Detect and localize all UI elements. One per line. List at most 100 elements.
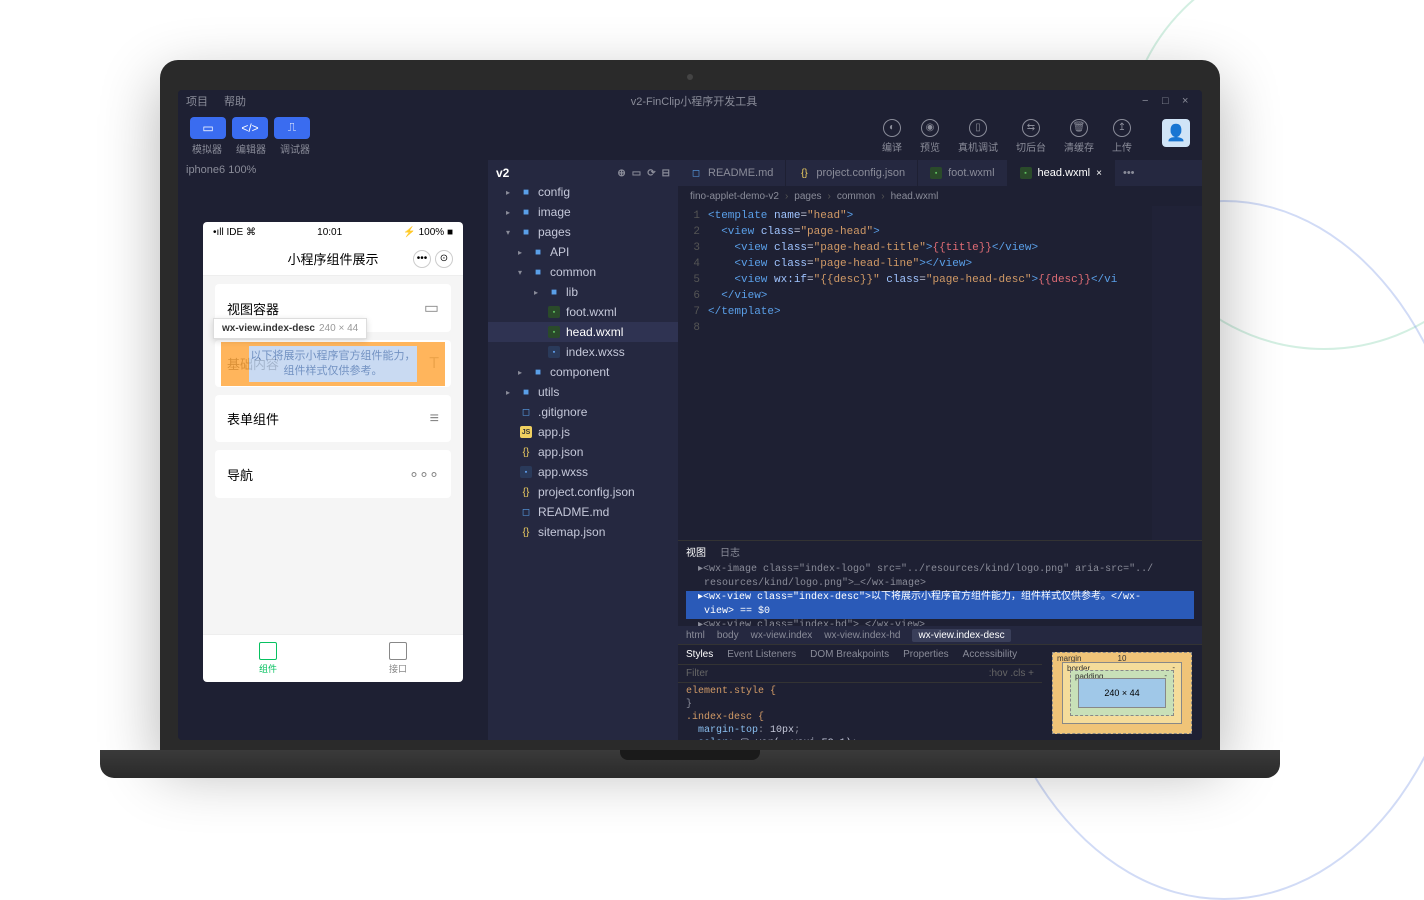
simulator-device-info: iphone6 100% [178,160,488,182]
phone-status-bar: •ıll IDE ⌘ 10:01 ⚡ 100% ■ [203,222,463,242]
editor-tab[interactable]: ▪head.wxml× [1008,160,1115,186]
tree-file[interactable]: ◻README.md [488,502,678,522]
tree-file[interactable]: ▪head.wxml [488,322,678,342]
dom-crumb[interactable]: wx-view.index-hd [824,630,900,641]
tree-folder[interactable]: ▸■component [488,362,678,382]
debugger-toggle[interactable]: ⎍ [274,117,310,139]
tab-api[interactable]: 接口 [333,635,463,682]
box-model: margin10 border- padding- 240 × 44 [1042,645,1202,740]
dt-tab-console[interactable]: 日志 [720,544,740,559]
dom-crumb[interactable]: body [717,630,739,641]
phone-nav-bar: 小程序组件展示 ••• ⊙ [203,242,463,276]
camera-dot [687,74,693,80]
editor-tab[interactable]: ▪foot.wxml [918,160,1007,186]
upload-icon: ↥ [1113,119,1131,137]
phone-frame: •ıll IDE ⌘ 10:01 ⚡ 100% ■ 小程序组件展示 ••• ⊙ [203,222,463,682]
tree-file[interactable]: ◻.gitignore [488,402,678,422]
dom-crumb[interactable]: html [686,630,705,641]
styles-tab[interactable]: Accessibility [963,649,1017,660]
minimap[interactable] [1152,206,1202,540]
inspect-highlight: 以下将展示小程序官方组件能力，组件样式仅供参考。 [221,342,445,386]
maximize-icon[interactable]: □ [1162,95,1174,107]
clear-cache-button[interactable]: 🗑清缓存 [1064,119,1094,154]
capsule-menu-icon[interactable]: ••• [413,250,431,268]
code-editor[interactable]: 12345678 <template name="head"> <view cl… [678,206,1202,540]
collapse-icon[interactable]: ⊟ [662,168,670,179]
editor-tab[interactable]: {}project.config.json [786,160,918,186]
titlebar: 项目 帮助 v2-FinClip小程序开发工具 − □ × [178,90,1202,112]
css-rules[interactable]: element.style {}.index-desc {</span> mar… [678,683,1042,740]
dom-breadcrumbs[interactable]: html body wx-view.index wx-view.index-hd wx-… [678,626,1202,644]
breadcrumbs: fino-applet-demo-v2›pages›common›head.wx… [678,186,1202,206]
tab-component[interactable]: 组件 [203,635,333,682]
tb-label: 调试器 [280,141,310,156]
simulator-panel: iphone6 100% •ıll IDE ⌘ 10:01 ⚡ 100% ■ 小… [178,160,488,740]
editor-tabs: ◻README.md{}project.config.json▪foot.wxm… [678,160,1202,186]
menu-project[interactable]: 项目 [186,93,208,109]
styles-tab[interactable]: Styles [686,649,713,660]
tree-file[interactable]: ▪foot.wxml [488,302,678,322]
list-item[interactable]: 表单组件≡ [215,395,451,442]
list-item[interactable]: 导航∘∘∘ [215,450,451,498]
styles-toggles[interactable]: :hov .cls + [989,668,1034,679]
more-tabs-icon[interactable]: ••• [1115,167,1143,179]
tb-label: 编辑器 [236,141,266,156]
tree-file[interactable]: ▪app.wxss [488,462,678,482]
laptop-frame: 项目 帮助 v2-FinClip小程序开发工具 − □ × ▭ </> ⎍ [150,60,1230,778]
compile-icon: ◐ [883,119,901,137]
dom-crumb[interactable]: wx-view.index [751,630,813,641]
tree-folder[interactable]: ▸■utils [488,382,678,402]
editor-toggle[interactable]: </> [232,117,268,139]
breadcrumb-item[interactable]: common [837,191,875,202]
tree-root[interactable]: v2 [496,166,509,180]
container-icon: ▭ [424,298,439,318]
close-icon[interactable]: × [1182,95,1194,107]
editor-panel: ◻README.md{}project.config.json▪foot.wxm… [678,160,1202,740]
new-file-icon[interactable]: ⊕ [617,168,625,179]
dom-tree[interactable]: ▸<wx-image class="index-logo" src="../re… [678,561,1202,626]
preview-button[interactable]: ◉预览 [920,119,940,154]
menu-help[interactable]: 帮助 [224,93,246,109]
tree-file[interactable]: {}project.config.json [488,482,678,502]
tree-file[interactable]: JSapp.js [488,422,678,442]
breadcrumb-item[interactable]: pages [794,191,821,202]
new-folder-icon[interactable]: ▭ [632,168,641,179]
phone-nav-title: 小程序组件展示 [287,249,378,268]
close-tab-icon[interactable]: × [1096,168,1102,179]
editor-tab[interactable]: ◻README.md [678,160,786,186]
simulator-toggle[interactable]: ▭ [190,117,226,139]
tb-label: 模拟器 [192,141,222,156]
dt-tab-elements[interactable]: 视图 [686,544,706,559]
tree-folder[interactable]: ▾■pages [488,222,678,242]
tree-file[interactable]: ▪index.wxss [488,342,678,362]
tree-folder[interactable]: ▸■image [488,202,678,222]
upload-button[interactable]: ↥上传 [1112,119,1132,154]
styles-filter[interactable]: Filter [686,668,708,679]
refresh-icon[interactable]: ⟳ [647,168,655,179]
styles-tab[interactable]: DOM Breakpoints [810,649,889,660]
breadcrumb-item[interactable]: fino-applet-demo-v2 [690,191,779,202]
styles-tab[interactable]: Properties [903,649,949,660]
file-tree: v2 ⊕ ▭ ⟳ ⊟ ▸■config▸■image▾■pages▸■API▾■… [488,160,678,740]
remote-debug-button[interactable]: ▯真机调试 [958,119,998,154]
compile-button[interactable]: ◐编译 [882,119,902,154]
dom-crumb[interactable]: wx-view.index-desc [912,629,1010,642]
minimize-icon[interactable]: − [1142,95,1154,107]
tree-folder[interactable]: ▸■API [488,242,678,262]
avatar[interactable]: 👤 [1162,119,1190,147]
trash-icon: 🗑 [1070,119,1088,137]
toolbar: ▭ </> ⎍ 模拟器 编辑器 调试器 ◐编译 ◉预览 ▯真机调试 ⇆切后台 [178,112,1202,160]
tree-file[interactable]: {}app.json [488,442,678,462]
capsule-close-icon[interactable]: ⊙ [435,250,453,268]
tree-file[interactable]: {}sitemap.json [488,522,678,542]
styles-tab[interactable]: Event Listeners [727,649,796,660]
tree-folder[interactable]: ▸■config [488,182,678,202]
tree-folder[interactable]: ▸■lib [488,282,678,302]
breadcrumb-item[interactable]: head.wxml [891,191,939,202]
inspect-tooltip: wx-view.index-desc240 × 44 [213,318,367,339]
component-icon [259,642,277,660]
eye-icon: ◉ [921,119,939,137]
switch-backend-button[interactable]: ⇆切后台 [1016,119,1046,154]
tree-folder[interactable]: ▾■common [488,262,678,282]
more-icon: ∘∘∘ [409,464,439,484]
